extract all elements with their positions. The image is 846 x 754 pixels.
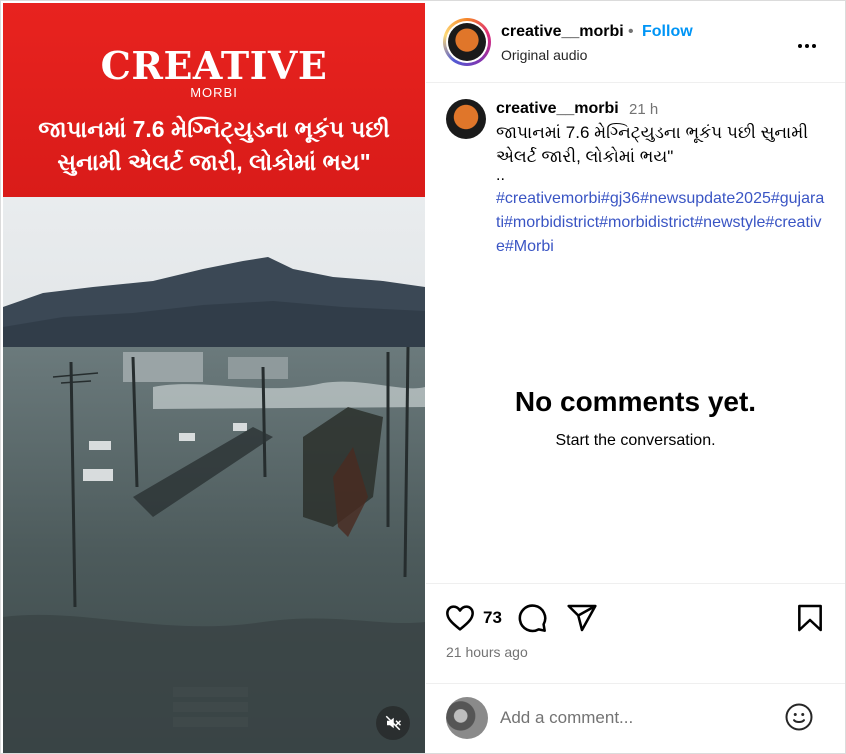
brand-logo-text: CREATIVE <box>100 43 328 88</box>
caption-hashtags[interactable]: #creativemorbi#gj36#newsupdate2025#gujar… <box>496 187 826 259</box>
smiley-icon[interactable] <box>784 702 814 732</box>
audio-link[interactable]: Original audio <box>501 47 587 63</box>
bookmark-icon[interactable] <box>794 602 826 634</box>
caption-author-avatar[interactable] <box>446 99 486 139</box>
no-comments-title: No comments yet. <box>514 386 757 417</box>
post-side-panel: creative__morbi • Follow Original audio … <box>426 3 845 753</box>
like-count[interactable]: 73 <box>483 608 502 628</box>
no-comments-subtitle: Start the conversation. <box>555 432 716 449</box>
post-video[interactable]: CREATIVE MORBI જાપાનમાં 7.6 મેગ્નિટ્યુડન… <box>3 3 425 753</box>
caption-ellipsis: .. <box>496 167 505 184</box>
caption-text: જાપાનમાં 7.6 મેગ્નિટ્યુડના ભૂકંપ પછી સુન… <box>496 123 809 166</box>
share-icon[interactable] <box>566 602 598 634</box>
viewer-avatar <box>446 697 488 739</box>
comment-icon[interactable] <box>516 602 548 634</box>
author-username-link[interactable]: creative__morbi <box>501 23 624 41</box>
video-frame-image <box>3 197 425 753</box>
action-bar: 73 21 hours ago <box>426 583 845 683</box>
separator-dot: • <box>628 23 634 40</box>
avatar-border <box>446 21 488 63</box>
video-headline: જાપાનમાં 7.6 મેગ્નિટ્યુડના ભૂકંપ પછી સુન… <box>38 116 390 175</box>
author-avatar-story-ring[interactable] <box>443 18 491 66</box>
author-avatar <box>448 23 486 61</box>
posted-time[interactable]: 21 hours ago <box>446 644 528 660</box>
brand-subtitle: MORBI <box>190 85 238 100</box>
video-banner: CREATIVE MORBI જાપાનમાં 7.6 મેગ્નિટ્યુડન… <box>3 3 425 197</box>
speaker-muted-icon <box>385 715 402 731</box>
caption-username-link[interactable]: creative__morbi <box>496 100 619 118</box>
more-options-icon[interactable] <box>798 35 820 49</box>
caption-section: creative__morbi 21 h જાપાનમાં 7.6 મેગ્નિ… <box>426 83 845 583</box>
heart-icon[interactable] <box>444 602 476 634</box>
post-header: creative__morbi • Follow Original audio <box>426 3 845 83</box>
caption-timestamp[interactable]: 21 h <box>629 101 658 118</box>
comment-input[interactable] <box>500 705 770 731</box>
post-dialog: CREATIVE MORBI જાપાનમાં 7.6 મેગ્નિટ્યુડન… <box>0 0 846 754</box>
follow-button[interactable]: Follow <box>642 23 693 41</box>
add-comment-bar <box>426 683 845 753</box>
mute-toggle-button[interactable] <box>376 706 410 740</box>
